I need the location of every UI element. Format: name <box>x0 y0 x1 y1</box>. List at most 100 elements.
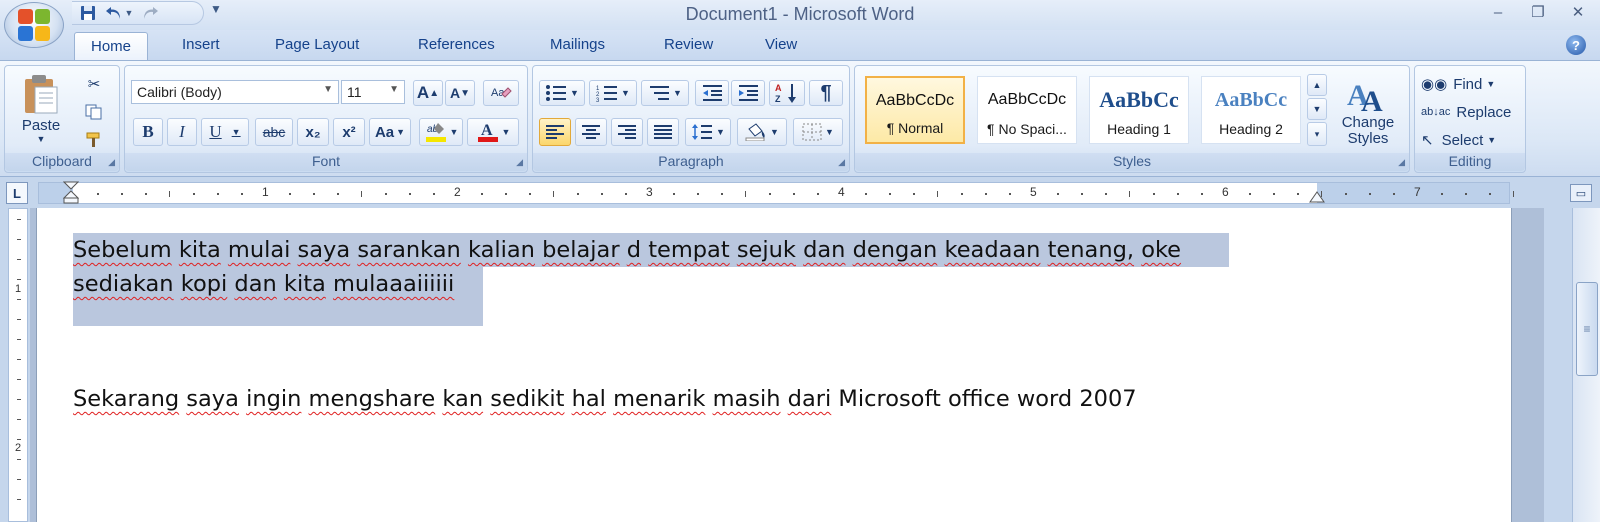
numbering-button[interactable]: 123 ▼ <box>589 80 637 106</box>
italic-button[interactable]: I <box>167 118 197 146</box>
increase-indent-icon <box>739 85 758 101</box>
line-spacing-button[interactable]: ▼ <box>685 118 731 146</box>
ruler-dot <box>505 193 507 195</box>
find-button[interactable]: ◉◉ Find ▼ <box>1421 72 1495 96</box>
show-marks-button[interactable]: ¶ <box>809 80 843 106</box>
document-page[interactable]: Sebelum kita mulai saya sarankan kalian … <box>36 208 1512 522</box>
justify-button[interactable] <box>647 118 679 146</box>
select-button[interactable]: ↖ Select ▼ <box>1421 128 1496 152</box>
tab-review[interactable]: Review <box>664 36 713 53</box>
shading-button[interactable]: ▼ <box>737 118 787 146</box>
align-left-button[interactable] <box>539 118 571 146</box>
sort-button[interactable]: AZ <box>769 80 805 106</box>
align-right-icon <box>618 125 636 139</box>
underline-button[interactable]: U ▼ <box>201 118 249 146</box>
change-styles-button[interactable]: AA Change Styles <box>1333 70 1403 152</box>
help-icon[interactable]: ? <box>1566 35 1586 55</box>
font-size-combo[interactable]: 11 ▼ <box>341 80 405 104</box>
replace-label: Replace <box>1456 103 1512 121</box>
change-case-dropdown-icon[interactable]: ▼ <box>396 127 405 137</box>
ruler-dot <box>889 193 891 195</box>
ruler-dot <box>121 193 123 195</box>
tab-insert[interactable]: Insert <box>182 36 220 53</box>
increase-indent-button[interactable] <box>731 80 765 106</box>
horizontal-ruler[interactable]: 1 2 3 4 5 6 7 <box>38 181 1514 205</box>
borders-icon <box>802 123 822 141</box>
style-heading-2[interactable]: AaBbCc Heading 2 <box>1201 76 1301 144</box>
styles-more-icon[interactable]: ▾ <box>1307 122 1327 146</box>
change-styles-icon: AA <box>1347 79 1383 115</box>
font-group: Calibri (Body) ▼ 11 ▼ A ▲ A ▼ Aa B I U ▼ ab… <box>124 65 528 173</box>
scrollbar-thumb[interactable]: ≡ <box>1576 282 1598 376</box>
decrease-indent-button[interactable] <box>695 80 729 106</box>
tab-mailings[interactable]: Mailings <box>550 36 605 53</box>
style-no-spacing[interactable]: AaBbCcDc ¶ No Spaci... <box>977 76 1077 144</box>
align-right-button[interactable] <box>611 118 643 146</box>
office-button[interactable] <box>4 2 64 48</box>
multilevel-list-button[interactable]: ▼ <box>641 80 689 106</box>
font-launcher-icon[interactable]: ◢ <box>516 157 523 168</box>
align-center-button[interactable] <box>575 118 607 146</box>
bold-button[interactable]: B <box>133 118 163 146</box>
subscript-button[interactable]: x₂ <box>297 118 329 146</box>
font-color-button[interactable]: A ▼ <box>467 118 519 146</box>
clipboard-group: Paste ▼ ✂ Clipboard ◢ <box>4 65 120 173</box>
change-styles-label-1: Change <box>1341 114 1395 131</box>
restore-button[interactable]: ❐ <box>1524 2 1552 22</box>
format-painter-icon[interactable] <box>81 128 107 152</box>
paste-button[interactable]: Paste ▼ <box>13 72 69 144</box>
clipboard-launcher-icon[interactable]: ◢ <box>108 157 115 168</box>
font-size-dropdown-icon[interactable]: ▼ <box>389 84 399 95</box>
strikethrough-button[interactable]: abc <box>255 118 293 146</box>
word: sedikit <box>490 386 565 412</box>
shrink-font-button[interactable]: A ▼ <box>445 80 475 106</box>
multilevel-list-icon <box>650 86 670 100</box>
tab-view[interactable]: View <box>765 36 797 53</box>
ruler-dot <box>313 193 315 195</box>
styles-scroll-up-icon[interactable]: ▲ <box>1307 74 1327 96</box>
indent-marker-icon[interactable] <box>63 181 79 205</box>
tab-home[interactable]: Home <box>74 32 149 62</box>
styles-scroll-down-icon[interactable]: ▼ <box>1307 98 1327 120</box>
font-name-combo[interactable]: Calibri (Body) ▼ <box>131 80 339 104</box>
highlight-dropdown-icon[interactable]: ▼ <box>450 127 459 137</box>
ruler-dot <box>241 193 243 195</box>
font-group-label: Font <box>125 153 527 171</box>
word: 2007 <box>1079 386 1137 412</box>
close-button[interactable]: ✕ <box>1564 2 1592 22</box>
ruler-dot <box>289 193 291 195</box>
style-heading-1[interactable]: AaBbCc Heading 1 <box>1089 76 1189 144</box>
selected-paragraph-line-2[interactable]: sediakan kopi dan kita mulaaaiiiiii <box>73 267 483 326</box>
highlight-button[interactable]: ab ▼ <box>419 118 463 146</box>
vertical-ruler-tick <box>17 259 21 260</box>
bullets-button[interactable]: ▼ <box>539 80 585 106</box>
cut-icon[interactable]: ✂ <box>81 72 107 96</box>
grow-font-button[interactable]: A ▲ <box>413 80 443 106</box>
tab-references[interactable]: References <box>418 36 495 53</box>
selected-paragraph-line-1[interactable]: Sebelum kita mulai saya sarankan kalian … <box>73 233 1229 267</box>
underline-dropdown-icon[interactable]: ▼ <box>232 127 241 137</box>
superscript-button[interactable]: x² <box>333 118 365 146</box>
replace-button[interactable]: ab↓ac Replace <box>1421 100 1511 124</box>
tab-selector[interactable]: L <box>6 182 28 204</box>
paragraph-launcher-icon[interactable]: ◢ <box>838 157 845 168</box>
clear-formatting-button[interactable]: Aa <box>483 80 519 106</box>
vertical-ruler[interactable]: 12 <box>8 208 28 522</box>
styles-launcher-icon[interactable]: ◢ <box>1398 157 1405 168</box>
minimize-button[interactable]: – <box>1484 2 1512 22</box>
vertical-scrollbar[interactable]: ≡ <box>1572 208 1600 522</box>
borders-button[interactable]: ▼ <box>793 118 843 146</box>
underline-label: U <box>209 122 222 141</box>
font-name-dropdown-icon[interactable]: ▼ <box>323 84 333 95</box>
copy-icon[interactable] <box>81 100 107 124</box>
style-name: ¶ No Spaci... <box>987 121 1067 137</box>
paragraph-2[interactable]: Sekarang saya ingin mengshare kan sediki… <box>73 382 1273 416</box>
tab-page-layout[interactable]: Page Layout <box>275 36 359 53</box>
change-case-button[interactable]: Aa ▼ <box>369 118 411 146</box>
word: tempat <box>648 237 730 263</box>
right-indent-marker-icon[interactable] <box>1309 191 1325 203</box>
ruler-dot <box>385 193 387 195</box>
view-ruler-icon[interactable]: ▭ <box>1570 184 1592 202</box>
style-normal[interactable]: AaBbCcDc ¶ Normal <box>865 76 965 144</box>
font-color-dropdown-icon[interactable]: ▼ <box>502 127 511 137</box>
